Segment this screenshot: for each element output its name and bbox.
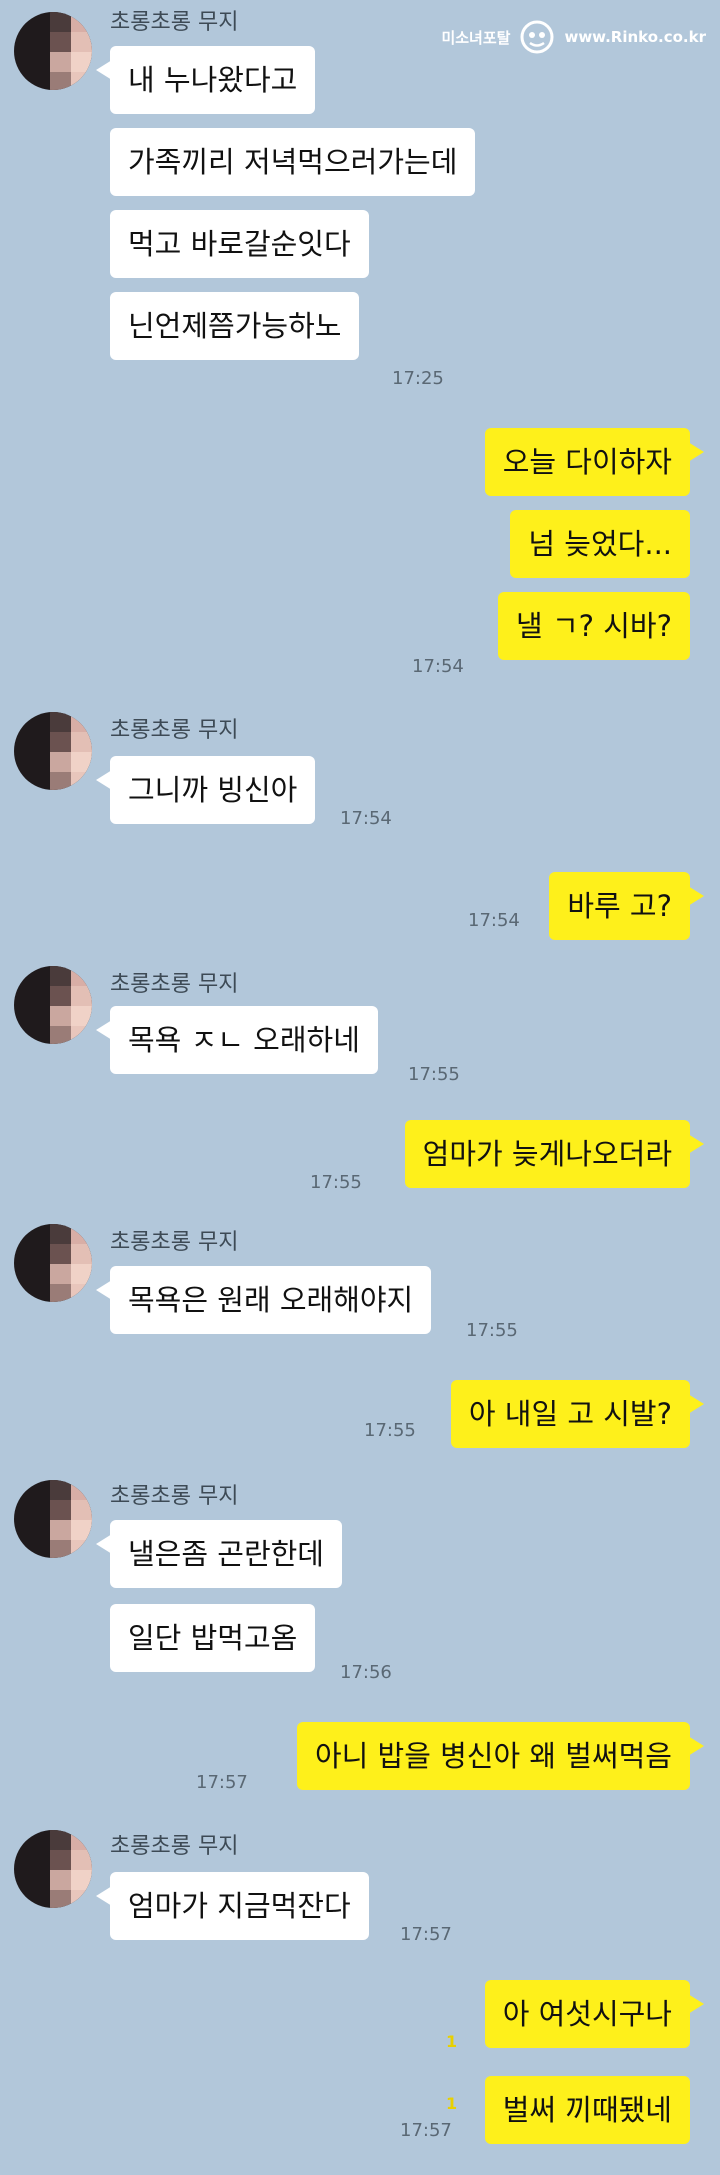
avatar-mosaic — [50, 12, 92, 90]
avatar-mosaic — [50, 1480, 92, 1558]
message-bubble-friend[interactable]: 목욕 ㅈㄴ 오래하네 — [96, 1006, 378, 1074]
watermark-url: www.Rinko.co.kr — [564, 28, 706, 46]
message-bubble-friend[interactable]: 내 누나왔다고 — [95, 46, 316, 114]
message-time: 17:55 — [408, 1064, 460, 1085]
sender-name: 초롱초롱 무지 — [110, 1834, 239, 1859]
message-bubble-me[interactable]: 엄마가 늦게나오더라 — [404, 1120, 705, 1188]
message-time: 17:57 — [400, 1924, 452, 1945]
message-time: 17:55 — [466, 1320, 518, 1341]
message-bubble-friend[interactable]: 일단 밥먹고옴 — [110, 1604, 316, 1672]
message-bubble-me[interactable]: 아 여섯시구나 — [484, 1980, 705, 2048]
sender-name: 초롱초롱 무지 — [110, 10, 239, 35]
friend-avatar[interactable] — [14, 712, 92, 790]
mascot-logo-icon — [520, 20, 554, 54]
avatar-mosaic — [50, 712, 92, 790]
message-bubble-me[interactable]: 낼 ㄱ? 시바? — [498, 592, 690, 660]
sender-name: 초롱초롱 무지 — [110, 1230, 239, 1255]
message-time: 17:25 — [392, 368, 444, 389]
message-bubble-me[interactable]: 바루 고? — [549, 872, 704, 940]
message-bubble-friend[interactable]: 그니까 빙신아 — [95, 756, 316, 824]
message-bubble-friend[interactable]: 닌언제쯤가능하노 — [110, 292, 360, 360]
friend-avatar[interactable] — [14, 12, 92, 90]
unread-count: 1 — [446, 2032, 458, 2051]
avatar-mosaic — [50, 1224, 92, 1302]
friend-avatar[interactable] — [14, 1480, 92, 1558]
avatar-mosaic — [50, 966, 92, 1044]
message-bubble-friend[interactable]: 먹고 바로갈순잇다 — [110, 210, 369, 278]
message-time: 17:55 — [310, 1172, 362, 1193]
avatar-mosaic — [50, 1830, 92, 1908]
sender-name: 초롱초롱 무지 — [110, 1484, 239, 1509]
message-bubble-friend[interactable]: 목욕은 원래 오래해야지 — [95, 1266, 432, 1334]
friend-avatar[interactable] — [14, 1224, 92, 1302]
unread-count: 1 — [446, 2094, 458, 2113]
message-time: 17:54 — [412, 656, 464, 677]
message-bubble-friend[interactable]: 낼은좀 곤란한데 — [96, 1520, 342, 1588]
message-time: 17:57 — [400, 2120, 452, 2141]
sender-name: 초롱초롱 무지 — [110, 972, 239, 997]
message-bubble-friend[interactable]: 엄마가 지금먹잔다 — [96, 1872, 369, 1940]
message-bubble-me[interactable]: 아 내일 고 시발? — [450, 1380, 705, 1448]
message-bubble-me[interactable]: 넘 늦었다... — [510, 510, 690, 578]
message-bubble-me[interactable]: 벌써 끼때됐네 — [484, 2076, 690, 2144]
sender-name: 초롱초롱 무지 — [110, 718, 239, 743]
watermark: 미소녀포탈 www.Rinko.co.kr — [441, 20, 706, 54]
message-bubble-me[interactable]: 아니 밥을 병신아 왜 벌써먹음 — [296, 1722, 705, 1790]
message-time: 17:54 — [468, 910, 520, 931]
message-time: 17:55 — [364, 1420, 416, 1441]
message-bubble-me[interactable]: 오늘 다이하자 — [484, 428, 705, 496]
watermark-site-name: 미소녀포탈 — [441, 28, 511, 47]
message-time: 17:54 — [340, 808, 392, 829]
message-time: 17:57 — [196, 1772, 248, 1793]
message-time: 17:56 — [340, 1662, 392, 1683]
message-bubble-friend[interactable]: 가족끼리 저녁먹으러가는데 — [110, 128, 476, 196]
friend-avatar[interactable] — [14, 966, 92, 1044]
friend-avatar[interactable] — [14, 1830, 92, 1908]
